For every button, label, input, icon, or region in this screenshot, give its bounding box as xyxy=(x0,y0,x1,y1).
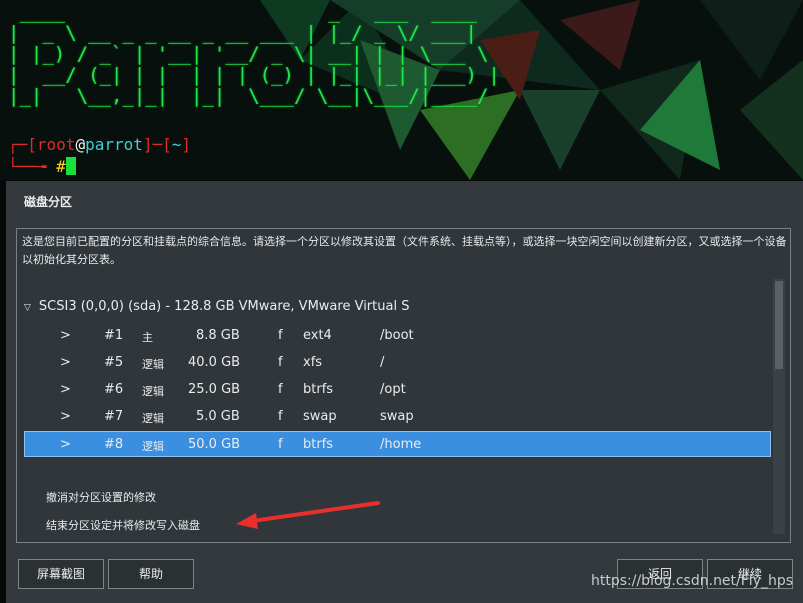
expand-icon: > xyxy=(60,328,71,343)
partition-size: 8.8 GB xyxy=(196,328,240,343)
terminal-prompt-line-2: └──╼ # xyxy=(8,157,76,176)
partition-number: #1 xyxy=(104,328,124,343)
expand-icon: > xyxy=(60,355,71,370)
partition-dialog: 磁盘分区 这是您目前已配置的分区和挂载点的综合信息。请选择一个分区以修改其设置（… xyxy=(6,181,803,603)
partition-format-flag: f xyxy=(278,328,283,343)
scrollbar-thumb[interactable] xyxy=(775,281,783,369)
finish-partitioning-link[interactable]: 结束分区设定并将修改写入磁盘 xyxy=(46,517,200,533)
undo-changes-link[interactable]: 撤消对分区设置的修改 xyxy=(46,489,156,505)
dialog-title: 磁盘分区 xyxy=(24,195,73,209)
disk-label: SCSI3 (0,0,0) (sda) - 128.8 GB VMware, V… xyxy=(38,299,410,314)
help-button[interactable]: 帮助 xyxy=(108,559,194,589)
partition-filesystem: btrfs xyxy=(303,437,334,452)
collapse-icon[interactable]: ▽ xyxy=(24,303,31,313)
partition-format-flag: f xyxy=(278,437,283,452)
partition-list-scrollbar[interactable] xyxy=(773,279,785,534)
annotation-arrow-icon xyxy=(236,501,380,529)
partition-type: 逻辑 xyxy=(142,412,164,425)
partition-format-flag: f xyxy=(278,355,283,370)
partition-filesystem: btrfs xyxy=(303,382,334,397)
partition-format-flag: f xyxy=(278,409,283,424)
expand-icon: > xyxy=(60,409,71,424)
partition-format-flag: f xyxy=(278,382,283,397)
partition-mount-point: /boot xyxy=(380,328,414,343)
partition-number: #8 xyxy=(104,437,124,452)
partition-row-selected[interactable]: > #8 逻辑 50.0 GB f btrfs /home xyxy=(24,431,771,457)
partition-type: 逻辑 xyxy=(142,358,164,371)
expand-icon: > xyxy=(60,437,71,452)
terminal-prompt-line-1: ┌─[root@parrot]─[~] xyxy=(8,135,192,154)
partition-filesystem: xfs xyxy=(303,355,323,370)
partition-row[interactable]: > #1 主 8.8 GB f ext4 /boot xyxy=(24,323,771,349)
partition-mount-point: /home xyxy=(380,437,422,452)
partition-size: 5.0 GB xyxy=(196,409,240,424)
partition-list: ▽ SCSI3 (0,0,0) (sda) - 128.8 GB VMware, … xyxy=(24,279,771,534)
partition-size: 25.0 GB xyxy=(188,382,241,397)
parrot-os-ascii-logo: ____ _ ___ ____ | _ \ __ _ _ __ _ __ ___… xyxy=(8,1,500,107)
partition-mount-point: /opt xyxy=(380,382,406,397)
terminal-cursor xyxy=(65,157,76,175)
partition-type: 逻辑 xyxy=(142,385,164,398)
dialog-description: 这是您目前已配置的分区和挂载点的综合信息。请选择一个分区以修改其设置（文件系统、… xyxy=(22,235,787,266)
partition-mount-point: swap xyxy=(380,409,414,424)
partition-mount-point: / xyxy=(380,355,385,370)
partition-number: #6 xyxy=(104,382,124,397)
desktop-background: ____ _ ___ ____ | _ \ __ _ _ __ _ __ ___… xyxy=(0,0,803,180)
partition-row[interactable]: > #6 逻辑 25.0 GB f btrfs /opt xyxy=(24,377,771,403)
partition-size: 40.0 GB xyxy=(188,355,241,370)
partition-filesystem: swap xyxy=(303,409,337,424)
partition-filesystem: ext4 xyxy=(303,328,332,343)
partition-number: #5 xyxy=(104,355,124,370)
partition-type: 主 xyxy=(142,331,153,344)
partition-row[interactable]: > #5 逻辑 40.0 GB f xfs / xyxy=(24,350,771,376)
expand-icon: > xyxy=(60,382,71,397)
partition-row[interactable]: > #7 逻辑 5.0 GB f swap swap xyxy=(24,404,771,430)
partition-size: 50.0 GB xyxy=(188,437,241,452)
watermark-url: https://blog.csdn.net/Fly_hps xyxy=(591,573,794,589)
disk-entry-sda[interactable]: ▽ SCSI3 (0,0,0) (sda) - 128.8 GB VMware, … xyxy=(24,299,409,314)
partition-type: 逻辑 xyxy=(142,440,164,453)
partition-number: #7 xyxy=(104,409,124,424)
screenshot-button[interactable]: 屏幕截图 xyxy=(18,559,104,589)
